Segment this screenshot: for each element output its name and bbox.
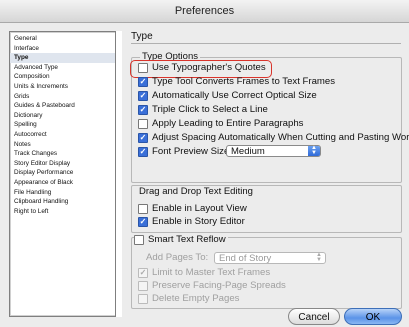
add-pages-select[interactable]: End of Story ▲ ▼: [214, 252, 326, 264]
preserve-spreads-checkbox[interactable]: [138, 281, 148, 291]
drag-drop-label: Drag and Drop Text Editing: [137, 186, 255, 197]
delete-empty-label: Delete Empty Pages: [152, 293, 240, 304]
adjust-spacing-row[interactable]: Adjust Spacing Automatically When Cuttin…: [138, 132, 409, 144]
section-title: Type: [131, 31, 153, 42]
sidebar-item-composition[interactable]: Composition: [10, 72, 121, 82]
sidebar-item-file-handling[interactable]: File Handling: [10, 188, 121, 198]
type-tool-converts-checkbox[interactable]: [138, 77, 148, 87]
story-editor-row[interactable]: Enable in Story Editor: [138, 216, 245, 228]
font-preview-size-value: Medium: [231, 146, 265, 157]
apply-leading-checkbox[interactable]: [138, 119, 148, 129]
font-preview-row[interactable]: Font Preview Size:: [138, 146, 232, 158]
select-arrows-icon: ▲ ▼: [316, 252, 322, 263]
sidebar-item-spelling[interactable]: Spelling: [10, 120, 121, 130]
sidebar-scrollbar[interactable]: [115, 31, 122, 317]
font-preview-size-select[interactable]: Medium ▲ ▼: [226, 145, 321, 157]
cancel-button[interactable]: Cancel: [288, 308, 340, 325]
sidebar-item-story-editor-display[interactable]: Story Editor Display: [10, 159, 121, 169]
apply-leading-label: Apply Leading to Entire Paragraphs: [152, 118, 304, 129]
sidebar-item-notes[interactable]: Notes: [10, 140, 121, 150]
sidebar-item-units-increments[interactable]: Units & Increments: [10, 82, 121, 92]
story-editor-label: Enable in Story Editor: [152, 216, 245, 227]
sidebar-item-track-changes[interactable]: Track Changes: [10, 149, 121, 159]
sidebar-item-guides-pasteboard[interactable]: Guides & Pasteboard: [10, 101, 121, 111]
layout-view-row[interactable]: Enable in Layout View: [138, 203, 247, 215]
triple-click-row[interactable]: Triple Click to Select a Line: [138, 104, 268, 116]
smart-reflow-row[interactable]: Smart Text Reflow: [134, 234, 228, 246]
font-preview-checkbox[interactable]: [138, 147, 148, 157]
sidebar-item-dictionary[interactable]: Dictionary: [10, 111, 121, 121]
type-tool-converts-label: Type Tool Converts Frames to Text Frames: [152, 76, 336, 87]
delete-empty-row[interactable]: Delete Empty Pages: [138, 293, 239, 305]
sidebar-item-autocorrect[interactable]: Autocorrect: [10, 130, 121, 140]
limit-master-checkbox[interactable]: [138, 268, 148, 278]
sidebar-item-interface[interactable]: Interface: [10, 44, 121, 54]
limit-master-label: Limit to Master Text Frames: [152, 267, 271, 278]
smart-reflow-checkbox[interactable]: [134, 235, 144, 245]
section-divider: [131, 43, 401, 44]
sidebar-item-advanced-type[interactable]: Advanced Type: [10, 63, 121, 73]
preserve-spreads-row[interactable]: Preserve Facing-Page Spreads: [138, 280, 286, 292]
story-editor-checkbox[interactable]: [138, 217, 148, 227]
adjust-spacing-checkbox[interactable]: [138, 133, 148, 143]
limit-master-row[interactable]: Limit to Master Text Frames: [138, 267, 270, 279]
preserve-spreads-label: Preserve Facing-Page Spreads: [152, 280, 286, 291]
auto-optical-size-row[interactable]: Automatically Use Correct Optical Size: [138, 90, 317, 102]
add-pages-value: End of Story: [219, 253, 272, 264]
preferences-sidebar: General Interface Type Advanced Type Com…: [9, 31, 122, 317]
auto-optical-size-checkbox[interactable]: [138, 91, 148, 101]
window-title: Preferences: [0, 0, 409, 23]
add-pages-row: Add Pages To:: [146, 252, 208, 264]
sidebar-item-appearance-of-black[interactable]: Appearance of Black: [10, 178, 121, 188]
type-tool-converts-row[interactable]: Type Tool Converts Frames to Text Frames: [138, 76, 335, 88]
delete-empty-checkbox[interactable]: [138, 294, 148, 304]
sidebar-item-clipboard-handling[interactable]: Clipboard Handling: [10, 197, 121, 207]
auto-optical-size-label: Automatically Use Correct Optical Size: [152, 90, 317, 101]
apply-leading-row[interactable]: Apply Leading to Entire Paragraphs: [138, 118, 303, 130]
preferences-window: Preferences General Interface Type Advan…: [0, 0, 409, 327]
sidebar-item-general[interactable]: General: [10, 34, 121, 44]
font-preview-label: Font Preview Size:: [152, 146, 232, 157]
sidebar-item-type[interactable]: Type: [10, 53, 121, 63]
triple-click-label: Triple Click to Select a Line: [152, 104, 268, 115]
smart-reflow-label: Smart Text Reflow: [148, 234, 226, 245]
adjust-spacing-label: Adjust Spacing Automatically When Cuttin…: [152, 132, 409, 143]
sidebar-item-display-performance[interactable]: Display Performance: [10, 168, 121, 178]
layout-view-label: Enable in Layout View: [152, 203, 247, 214]
triple-click-checkbox[interactable]: [138, 105, 148, 115]
sidebar-item-right-to-left[interactable]: Right to Left: [10, 207, 121, 217]
add-pages-label: Add Pages To:: [146, 252, 209, 263]
ok-button[interactable]: OK: [344, 308, 402, 325]
sidebar-item-grids[interactable]: Grids: [10, 92, 121, 102]
select-arrows-icon: ▲ ▼: [308, 145, 320, 156]
layout-view-checkbox[interactable]: [138, 204, 148, 214]
